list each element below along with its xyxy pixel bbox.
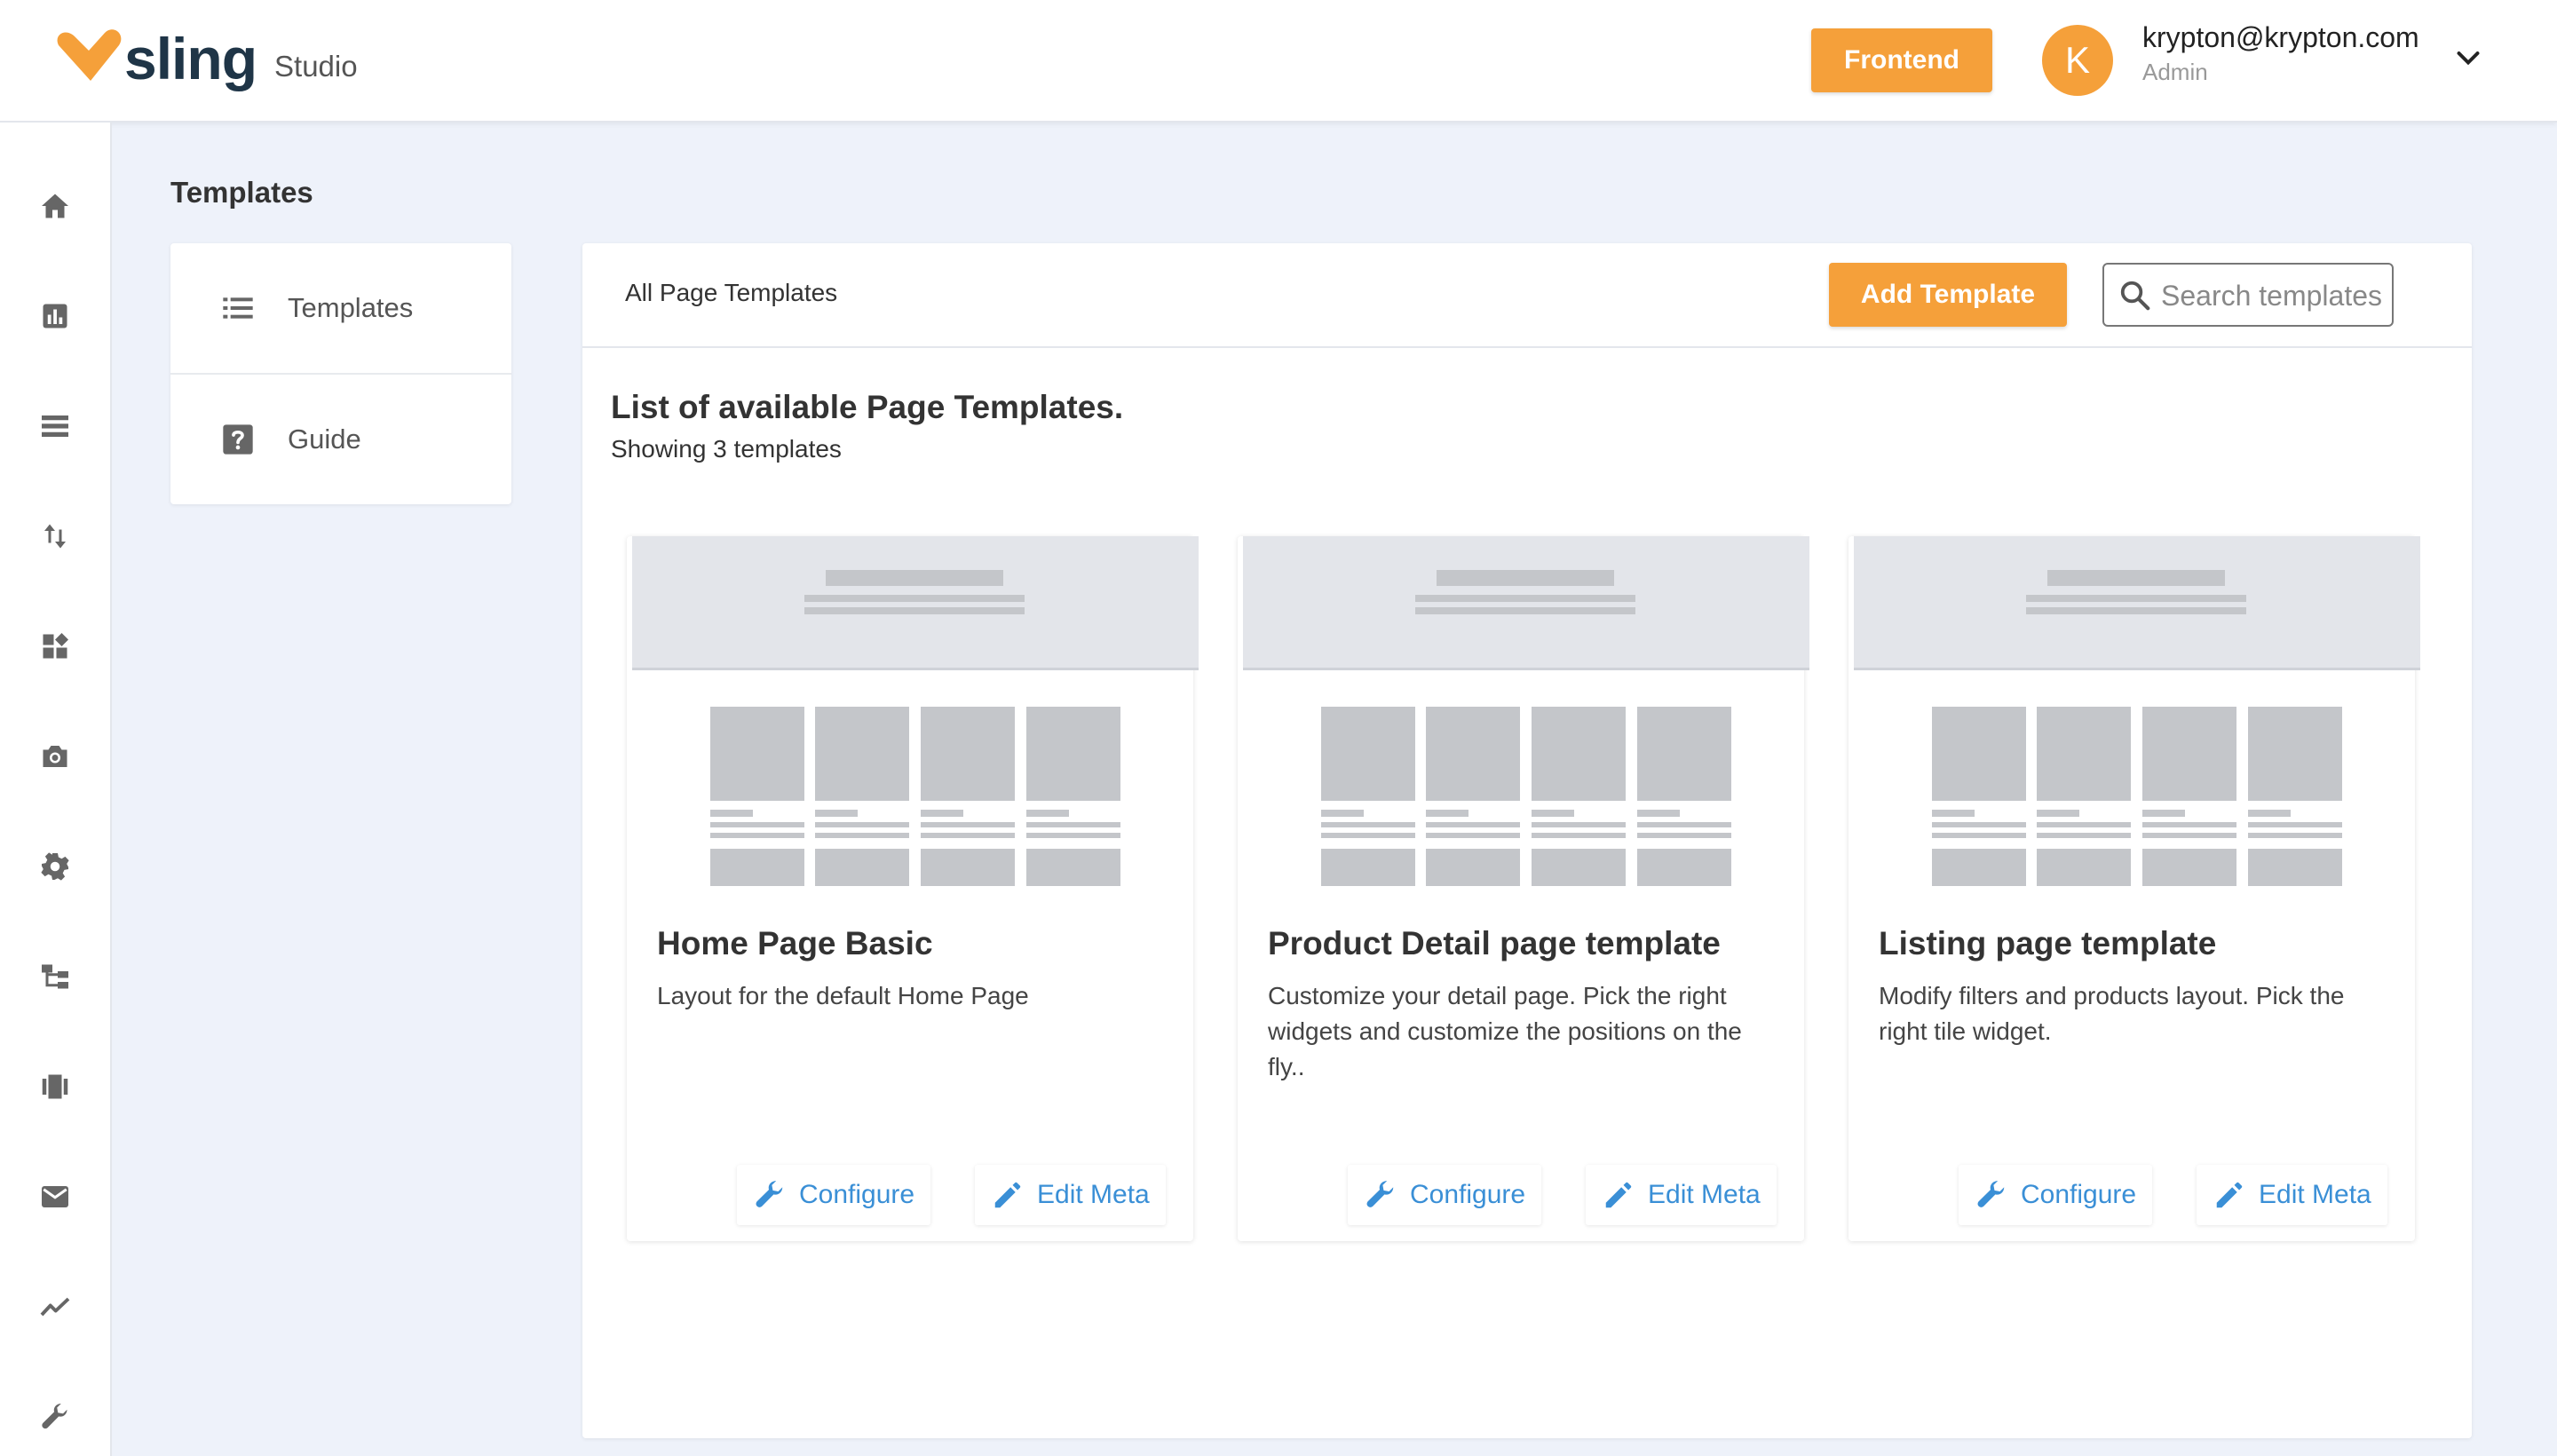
mail-icon[interactable]: [39, 1181, 71, 1213]
template-thumbnail: [1243, 536, 1809, 886]
card-description: Customize your detail page. Pick the rig…: [1268, 982, 1742, 1080]
subnav-item-label: Templates: [288, 292, 414, 323]
template-count: Showing 3 templates: [611, 435, 842, 463]
wrench-icon: [756, 1181, 783, 1207]
add-template-button[interactable]: Add Template: [1829, 263, 2067, 327]
icon-sidebar: [0, 123, 112, 1456]
template-thumbnail: [632, 536, 1199, 886]
template-card[interactable]: Product Detail page template Customize y…: [1238, 536, 1809, 1241]
main-panel: All Page Templates Add Template List of …: [582, 243, 2472, 1438]
chevron-down-icon[interactable]: [2452, 43, 2484, 75]
edit-meta-button[interactable]: Edit Meta: [2197, 1165, 2387, 1225]
edit-meta-label: Edit Meta: [2259, 1180, 2371, 1209]
top-header: sling Studio Frontend K krypton@krypton.…: [0, 0, 2557, 123]
sling-logo[interactable]: sling Studio: [53, 23, 358, 94]
user-role: Admin: [2142, 59, 2208, 85]
search-box[interactable]: [2102, 263, 2394, 327]
template-thumbnail: [1854, 536, 2420, 886]
subnav-item-templates[interactable]: Templates: [170, 243, 511, 373]
configure-button[interactable]: Configure: [737, 1165, 931, 1225]
trend-line-icon[interactable]: [39, 1291, 71, 1323]
configure-button[interactable]: Configure: [1959, 1165, 2153, 1225]
widgets-icon[interactable]: [39, 630, 71, 662]
bar-chart-icon[interactable]: [39, 300, 71, 332]
edit-meta-label: Edit Meta: [1648, 1180, 1761, 1209]
avatar[interactable]: K: [2042, 25, 2113, 96]
list-icon[interactable]: [39, 410, 71, 442]
edit-meta-label: Edit Meta: [1037, 1180, 1150, 1209]
list-icon: [223, 297, 253, 319]
configure-button[interactable]: Configure: [1348, 1165, 1542, 1225]
gear-icon[interactable]: [39, 851, 71, 882]
pencil-icon: [2216, 1182, 2243, 1208]
user-email[interactable]: krypton@krypton.com: [2142, 21, 2419, 54]
card-title: Product Detail page template: [1268, 925, 1721, 961]
pencil-icon: [1605, 1182, 1632, 1208]
wrench-icon: [1977, 1181, 2005, 1207]
sitemap-icon[interactable]: [39, 961, 71, 993]
home-icon[interactable]: [39, 190, 71, 222]
templates-subnav: Templates Guide: [170, 243, 511, 504]
card-description: Modify filters and products layout. Pick…: [1879, 982, 2345, 1045]
template-card[interactable]: Listing page template Modify filters and…: [1848, 536, 2420, 1241]
search-icon: [2120, 281, 2150, 311]
frontend-button[interactable]: Frontend: [1811, 28, 1992, 92]
panel-toolbar: All Page Templates Add Template: [582, 243, 2472, 348]
help-icon: [223, 424, 253, 455]
configure-label: Configure: [2021, 1180, 2137, 1209]
wrench-icon[interactable]: [39, 1401, 71, 1433]
carousel-icon[interactable]: [39, 1071, 71, 1103]
subnav-item-label: Guide: [288, 423, 361, 455]
list-heading: List of available Page Templates.: [611, 389, 1124, 425]
card-description: Layout for the default Home Page: [657, 982, 1029, 1009]
template-card[interactable]: Home Page Basic Layout for the default H…: [627, 536, 1199, 1241]
subnav-item-guide[interactable]: Guide: [170, 375, 511, 504]
card-title: Home Page Basic: [657, 925, 933, 961]
page-title: Templates: [170, 176, 313, 209]
wrench-icon: [1366, 1181, 1394, 1207]
search-input[interactable]: [2161, 272, 2388, 320]
configure-label: Configure: [1410, 1180, 1526, 1209]
pencil-icon: [994, 1182, 1021, 1208]
card-title: Listing page template: [1879, 925, 2217, 961]
configure-label: Configure: [799, 1180, 915, 1209]
heart-logo-icon: [53, 28, 124, 90]
sort-arrows-icon[interactable]: [39, 520, 71, 552]
logo-wordmark: sling: [124, 26, 257, 91]
edit-meta-button[interactable]: Edit Meta: [975, 1165, 1166, 1225]
logo-subtitle: Studio: [274, 50, 358, 83]
breadcrumb[interactable]: All Page Templates: [625, 279, 837, 307]
camera-icon[interactable]: [39, 740, 71, 772]
edit-meta-button[interactable]: Edit Meta: [1586, 1165, 1777, 1225]
